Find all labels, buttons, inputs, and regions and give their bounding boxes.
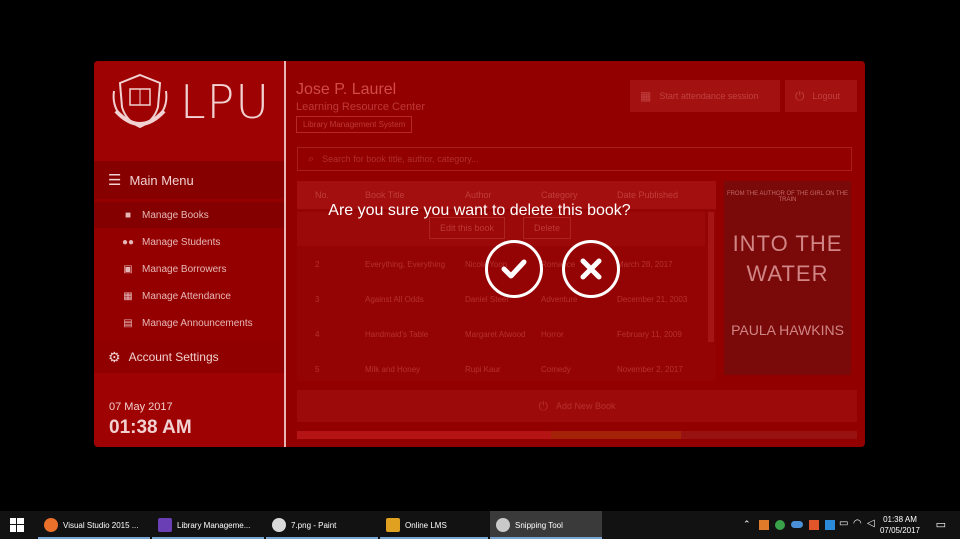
cancel-delete-button[interactable] [562, 240, 620, 298]
taskbar-item-label: Online LMS [405, 520, 447, 530]
visual-studio-icon [158, 518, 172, 532]
paint-icon [272, 518, 286, 532]
confirm-delete-button[interactable] [485, 240, 543, 298]
tray-app-icon[interactable] [759, 520, 769, 530]
chevron-up-icon[interactable]: ⌃ [743, 519, 751, 530]
windows-icon [10, 518, 24, 532]
taskbar-item-label: 7.png - Paint [291, 520, 337, 530]
tray-clock[interactable]: 01:38 AM 07/05/2017 [880, 514, 920, 536]
notifications-icon[interactable]: ▭ [936, 518, 946, 531]
taskbar-item-snipping-tool[interactable]: Snipping Tool [490, 511, 602, 539]
onedrive-icon[interactable] [791, 521, 803, 528]
tray-app-icon[interactable] [775, 520, 785, 530]
scissors-icon [496, 518, 510, 532]
app-window: LPU ☰ Main Menu ■ Manage Books ●● Manage… [94, 61, 865, 447]
tray-time: 01:38 AM [883, 515, 917, 524]
start-button[interactable] [0, 511, 34, 539]
taskbar-item-visual-studio[interactable]: Library Manageme... [152, 511, 264, 539]
tray-app-icon[interactable] [809, 520, 819, 530]
tray-app-icon[interactable] [825, 520, 835, 530]
close-icon [580, 258, 602, 280]
taskbar-item-online-lms[interactable]: Online LMS [380, 511, 488, 539]
delete-confirmation-message: Are you sure you want to delete this boo… [328, 202, 631, 219]
volume-icon[interactable]: ◁ [867, 518, 875, 529]
taskbar-item-label: Visual Studio 2015 ... [63, 520, 139, 530]
tray-date: 07/05/2017 [879, 526, 920, 535]
taskbar-item-label: Library Manageme... [177, 520, 251, 530]
system-tray: ⌃ ▭ ◠ ◁ 01:38 AM 07/05/2017 ▭ [735, 511, 960, 539]
wifi-icon[interactable]: ◠ [853, 518, 862, 529]
taskbar-item-label: Snipping Tool [515, 520, 563, 530]
desktop: LPU ☰ Main Menu ■ Manage Books ●● Manage… [0, 0, 960, 539]
check-icon [501, 259, 527, 279]
taskbar: Visual Studio 2015 ... Library Manageme.… [0, 511, 960, 539]
app-window-icon [386, 518, 400, 532]
modal-overlay [94, 61, 865, 447]
taskbar-item-paint[interactable]: 7.png - Paint [266, 511, 378, 539]
battery-icon[interactable]: ▭ [839, 518, 848, 529]
firefox-icon [44, 518, 58, 532]
taskbar-item-firefox[interactable]: Visual Studio 2015 ... [38, 511, 150, 539]
